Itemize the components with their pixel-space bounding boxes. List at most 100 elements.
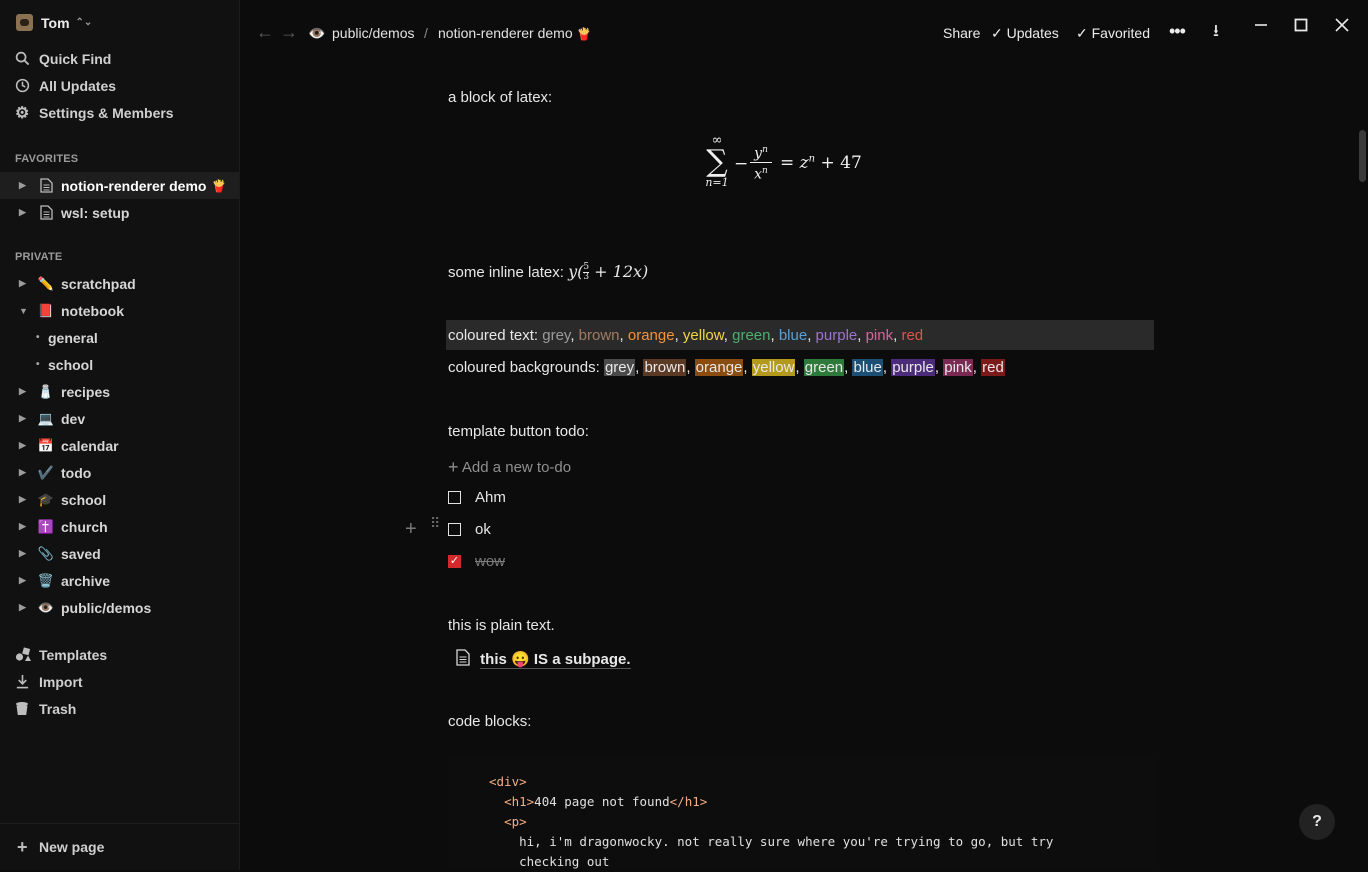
- fries-icon: 🍟: [211, 178, 227, 193]
- search-icon: [15, 51, 39, 66]
- trash-label: Trash: [39, 700, 77, 717]
- expand-toggle-icon[interactable]: ▶: [19, 207, 29, 218]
- favorites-section-label: FAVORITES: [15, 153, 79, 165]
- scrollbar-thumb[interactable]: [1359, 130, 1366, 182]
- todo-label[interactable]: ok: [475, 521, 491, 538]
- more-options-icon[interactable]: •••: [1169, 21, 1186, 42]
- inline-latex-label: some inline latex:: [448, 264, 564, 281]
- todo-checkbox[interactable]: [448, 523, 461, 536]
- eye-icon: 👁️: [37, 599, 55, 615]
- page-icon: [456, 649, 470, 670]
- topbar: ← → 👁️ public/demos / notion-renderer de…: [240, 0, 1368, 66]
- back-arrow-icon[interactable]: ←: [256, 22, 274, 43]
- coloured-text-pink: pink: [865, 327, 894, 344]
- sidebar-item-general[interactable]: • general: [0, 324, 239, 351]
- workspace-switcher[interactable]: Tom ⌃⌄: [16, 14, 92, 31]
- templates-button[interactable]: Templates: [0, 641, 239, 668]
- drag-handle-icon[interactable]: ⠿: [430, 516, 440, 530]
- todo-item: Ahm: [448, 489, 506, 506]
- equation-minus: −: [734, 154, 749, 174]
- coloured-bg-label: coloured backgrounds:: [448, 359, 600, 376]
- coloured-text-yellow: yellow: [682, 327, 724, 344]
- workspace-name: Tom: [41, 14, 70, 31]
- add-block-plus-icon[interactable]: +: [405, 518, 417, 541]
- todo-label[interactable]: wow: [475, 553, 505, 570]
- expand-toggle-icon[interactable]: ▶: [19, 278, 29, 289]
- share-button[interactable]: Share: [943, 25, 980, 41]
- sidebar-item-recipes[interactable]: ▶ 🧂 recipes: [0, 378, 239, 405]
- coloured-bg-green: green: [803, 359, 845, 376]
- expand-toggle-icon[interactable]: ▶: [19, 548, 29, 559]
- coloured-text-purple: purple: [815, 327, 858, 344]
- sidebar-item-label: notion-renderer demo: [61, 177, 207, 194]
- all-updates-button[interactable]: All Updates: [0, 72, 239, 99]
- sidebar-item-label: school: [61, 491, 107, 508]
- template-button-label: template button todo:: [448, 423, 589, 440]
- breadcrumb-separator: /: [424, 25, 428, 41]
- trash-button[interactable]: Trash: [0, 695, 239, 722]
- code-block[interactable]: <div> <h1>404 page not found</h1> <p> hi…: [448, 754, 1154, 870]
- sidebar-item-scratchpad[interactable]: ▶ ✏️ scratchpad: [0, 270, 239, 297]
- forward-arrow-icon[interactable]: →: [280, 22, 298, 43]
- minimize-icon[interactable]: [1254, 18, 1268, 35]
- sidebar-item-label: todo: [61, 464, 92, 481]
- coloured-text-grey: grey: [542, 327, 571, 344]
- subpage-link[interactable]: this 😛 IS a subpage.: [456, 649, 631, 670]
- sidebar-item-school-sub[interactable]: • school: [0, 351, 239, 378]
- breadcrumb-notion-renderer-demo[interactable]: notion-renderer demo 🍟: [438, 25, 591, 41]
- coloured-text-line: coloured text: grey, brown, orange, yell…: [448, 327, 923, 344]
- expand-toggle-icon[interactable]: ▶: [19, 521, 29, 532]
- expand-toggle-icon[interactable]: ▶: [19, 413, 29, 424]
- sidebar-item-church[interactable]: ▶ ✝️ church: [0, 513, 239, 540]
- sidebar-item-archive[interactable]: ▶ 🗑️ archive: [0, 567, 239, 594]
- expand-toggle-icon[interactable]: ▶: [19, 494, 29, 505]
- expand-toggle-icon[interactable]: ▶: [19, 440, 29, 451]
- updates-button[interactable]: ✓ Updates: [991, 25, 1059, 42]
- settings-members-button[interactable]: ⚙ Settings & Members: [0, 99, 239, 126]
- sidebar-item-label: archive: [61, 572, 111, 589]
- coloured-text-orange: orange: [627, 327, 675, 344]
- add-todo-button[interactable]: + Add a new to-do: [448, 457, 571, 478]
- sidebar-item-dev[interactable]: ▶ 💻 dev: [0, 405, 239, 432]
- new-page-button[interactable]: + New page: [0, 823, 239, 870]
- coloured-text-blue: blue: [778, 327, 808, 344]
- todo-label[interactable]: Ahm: [475, 489, 506, 506]
- check-icon: ✔️: [37, 464, 55, 480]
- coloured-bg-blue: blue: [852, 359, 883, 376]
- sidebar-item-label: recipes: [61, 383, 111, 400]
- code-blocks-label: code blocks:: [448, 713, 532, 730]
- expand-toggle-icon[interactable]: ▶: [19, 467, 29, 478]
- sidebar-item-notebook[interactable]: ▼ 📕 notebook: [0, 297, 239, 324]
- expand-toggle-icon[interactable]: ▶: [19, 386, 29, 397]
- sidebar-item-label: calendar: [61, 437, 119, 454]
- help-button[interactable]: ?: [1299, 804, 1335, 840]
- collapse-toggle-icon[interactable]: ▼: [19, 306, 29, 316]
- sidebar-item-saved[interactable]: ▶ 📎 saved: [0, 540, 239, 567]
- sidebar-item-todo[interactable]: ▶ ✔️ todo: [0, 459, 239, 486]
- coloured-bg-purple: purple: [891, 359, 935, 376]
- download-icon: [15, 674, 39, 689]
- cross-icon: ✝️: [37, 518, 55, 534]
- maximize-icon[interactable]: [1294, 18, 1308, 35]
- download-arrow-icon[interactable]: ⭳: [1213, 18, 1219, 47]
- close-icon[interactable]: [1335, 18, 1349, 35]
- breadcrumb-public-demos[interactable]: public/demos: [332, 25, 415, 41]
- import-button[interactable]: Import: [0, 668, 239, 695]
- sidebar-item-calendar[interactable]: ▶ 📅 calendar: [0, 432, 239, 459]
- expand-toggle-icon[interactable]: ▶: [19, 180, 29, 191]
- expand-toggle-icon[interactable]: ▶: [19, 602, 29, 613]
- quick-find-button[interactable]: Quick Find: [0, 45, 239, 72]
- sidebar-item-school[interactable]: ▶ 🎓 school: [0, 486, 239, 513]
- sidebar-item-public-demos[interactable]: ▶ 👁️ public/demos: [0, 594, 239, 621]
- todo-checkbox[interactable]: [448, 491, 461, 504]
- expand-toggle-icon[interactable]: ▶: [19, 575, 29, 586]
- coloured-bg-pink: pink: [943, 359, 973, 376]
- latex-block-equation[interactable]: ∞ ∑ n=1 − yn xn = zn + 47: [702, 134, 872, 200]
- todo-checkbox-checked[interactable]: ✓: [448, 555, 461, 568]
- inline-latex-equation[interactable]: y(5 3 + 12x): [568, 262, 648, 282]
- favorited-button[interactable]: ✓ Favorited: [1076, 25, 1150, 42]
- sidebar-item-notion-renderer-demo[interactable]: ▶ notion-renderer demo 🍟: [0, 172, 239, 199]
- coloured-backgrounds-line: coloured backgrounds: grey, brown, orang…: [448, 359, 1005, 376]
- sidebar-item-wsl-setup[interactable]: ▶ wsl: setup: [0, 199, 239, 226]
- quick-find-label: Quick Find: [39, 50, 112, 67]
